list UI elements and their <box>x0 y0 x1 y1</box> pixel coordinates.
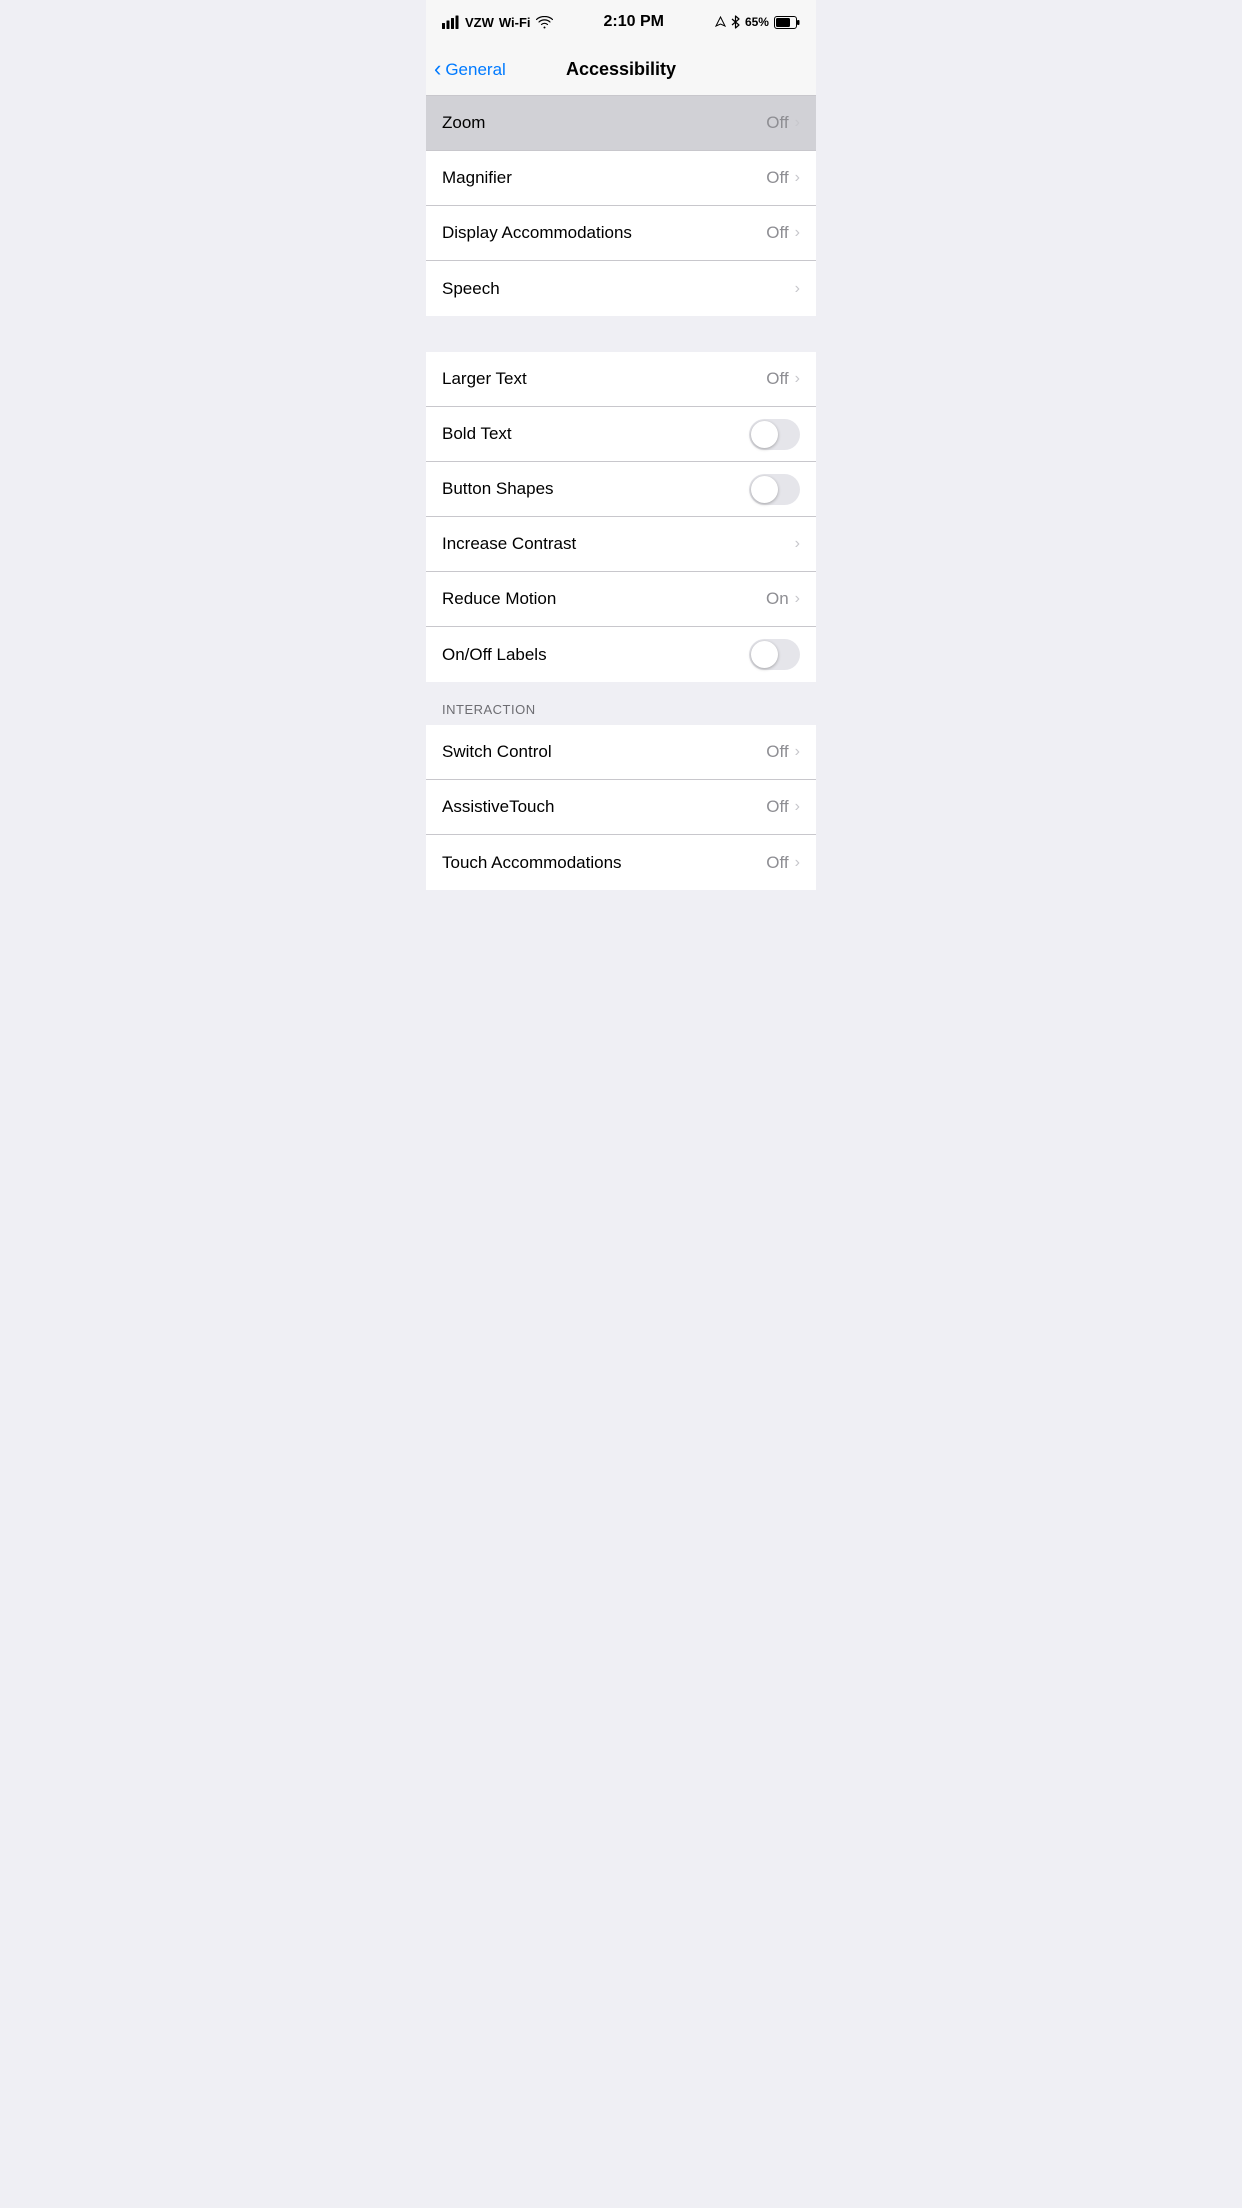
row-value-display-accommodations: Off <box>766 223 788 243</box>
chevron-icon-speech: › <box>795 280 800 298</box>
row-value-assistivetouch: Off <box>766 797 788 817</box>
carrier-text: VZW <box>465 15 494 30</box>
row-value-switch-control: Off <box>766 742 788 762</box>
row-display-accommodations[interactable]: Display Accommodations Off › <box>426 206 816 261</box>
row-assistivetouch[interactable]: AssistiveTouch Off › <box>426 780 816 835</box>
section-header-interaction: INTERACTION <box>426 682 816 725</box>
nav-bar: ‹ General Accessibility <box>426 44 816 96</box>
row-label-switch-control: Switch Control <box>442 742 766 762</box>
row-onoff-labels[interactable]: On/Off Labels <box>426 627 816 682</box>
group-vision: Zoom Off › Magnifier Off › Display Accom… <box>426 96 816 316</box>
chevron-icon-magnifier: › <box>795 169 800 187</box>
status-right: 65% <box>715 15 800 29</box>
toggle-button-shapes[interactable] <box>749 474 800 505</box>
wifi-icon <box>536 16 553 29</box>
chevron-icon-reduce-motion: › <box>795 590 800 608</box>
status-carrier: VZW Wi-Fi <box>442 15 553 30</box>
row-label-bold-text: Bold Text <box>442 424 749 444</box>
chevron-icon-assistivetouch: › <box>795 798 800 816</box>
group-spacer-1 <box>426 316 816 352</box>
toggle-knob-button-shapes <box>751 476 778 503</box>
row-label-assistivetouch: AssistiveTouch <box>442 797 766 817</box>
row-value-reduce-motion: On <box>766 589 789 609</box>
back-label: General <box>445 60 505 80</box>
status-bar: VZW Wi-Fi 2:10 PM 65% <box>426 0 816 44</box>
toggle-knob-onoff-labels <box>751 641 778 668</box>
row-label-increase-contrast: Increase Contrast <box>442 534 795 554</box>
toggle-bold-text[interactable] <box>749 419 800 450</box>
row-value-magnifier: Off <box>766 168 788 188</box>
row-label-touch-accommodations: Touch Accommodations <box>442 853 766 873</box>
signal-icon <box>442 15 460 29</box>
row-label-button-shapes: Button Shapes <box>442 479 749 499</box>
bluetooth-icon <box>731 15 740 29</box>
row-magnifier[interactable]: Magnifier Off › <box>426 151 816 206</box>
row-bold-text[interactable]: Bold Text <box>426 407 816 462</box>
chevron-icon-larger-text: › <box>795 370 800 388</box>
chevron-icon-touch-accommodations: › <box>795 854 800 872</box>
chevron-icon-increase-contrast: › <box>795 535 800 553</box>
chevron-icon-switch-control: › <box>795 743 800 761</box>
wifi-text: Wi-Fi <box>499 15 531 30</box>
row-increase-contrast[interactable]: Increase Contrast › <box>426 517 816 572</box>
row-touch-accommodations[interactable]: Touch Accommodations Off › <box>426 835 816 890</box>
row-value-larger-text: Off <box>766 369 788 389</box>
row-switch-control[interactable]: Switch Control Off › <box>426 725 816 780</box>
location-icon <box>715 16 726 29</box>
row-reduce-motion[interactable]: Reduce Motion On › <box>426 572 816 627</box>
battery-percent: 65% <box>745 15 769 29</box>
row-speech[interactable]: Speech › <box>426 261 816 316</box>
group-display: Larger Text Off › Bold Text Button Shape… <box>426 352 816 682</box>
row-label-magnifier: Magnifier <box>442 168 766 188</box>
row-value-zoom: Off <box>766 113 788 133</box>
row-label-onoff-labels: On/Off Labels <box>442 645 749 665</box>
toggle-knob-bold-text <box>751 421 778 448</box>
row-zoom[interactable]: Zoom Off › <box>426 96 816 151</box>
row-larger-text[interactable]: Larger Text Off › <box>426 352 816 407</box>
row-value-touch-accommodations: Off <box>766 853 788 873</box>
row-label-zoom: Zoom <box>442 113 766 133</box>
toggle-onoff-labels[interactable] <box>749 639 800 670</box>
page-title: Accessibility <box>566 59 676 80</box>
row-label-larger-text: Larger Text <box>442 369 766 389</box>
back-button[interactable]: ‹ General <box>434 60 506 80</box>
status-time: 2:10 PM <box>604 13 664 31</box>
row-button-shapes[interactable]: Button Shapes <box>426 462 816 517</box>
row-label-reduce-motion: Reduce Motion <box>442 589 766 609</box>
battery-icon <box>774 16 800 29</box>
chevron-icon-zoom: › <box>795 114 800 132</box>
back-chevron-icon: ‹ <box>434 58 441 80</box>
chevron-icon-display-accommodations: › <box>795 224 800 242</box>
row-label-speech: Speech <box>442 279 795 299</box>
row-label-display-accommodations: Display Accommodations <box>442 223 766 243</box>
group-interaction: Switch Control Off › AssistiveTouch Off … <box>426 725 816 890</box>
